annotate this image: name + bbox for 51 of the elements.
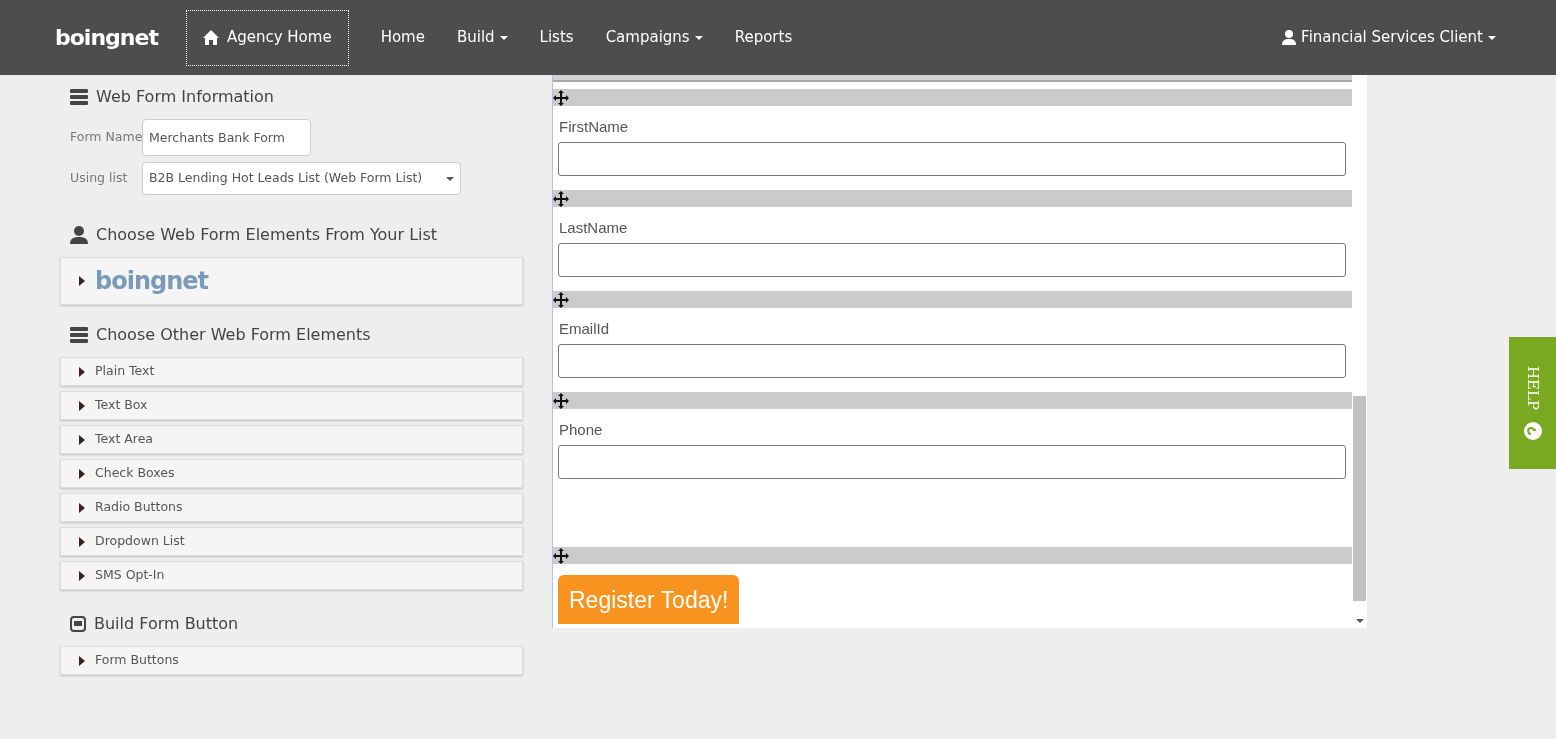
brand-logo: boingnet (95, 266, 208, 297)
server-icon (70, 89, 88, 105)
field-label: Using list (69, 169, 129, 188)
field-label: Form Name (69, 128, 142, 147)
section-title: Choose Other Web Form Elements (96, 324, 371, 346)
user-icon (1282, 30, 1297, 45)
text-field[interactable] (558, 344, 1346, 378)
move-icon (553, 291, 569, 308)
move-icon (553, 547, 569, 564)
drag-handle-bar[interactable] (553, 89, 1352, 106)
move-icon (553, 392, 569, 409)
drag-handle-bar[interactable] (553, 547, 1352, 564)
field-label: Phone (559, 421, 604, 438)
nav-link[interactable]: Reports (734, 26, 793, 49)
agency-home-link[interactable]: Agency Home (185, 9, 349, 66)
element-item[interactable]: Form Buttons (60, 646, 523, 675)
section-title: Web Form Information (96, 86, 274, 108)
field-label: EmailId (559, 320, 611, 337)
element-item[interactable]: SMS Opt-In (60, 561, 523, 590)
nav-link[interactable]: Campaigns (605, 26, 703, 49)
list-select[interactable]: B2B Lending Hot Leads List (Web Form List) (142, 162, 461, 195)
text-field[interactable] (558, 142, 1346, 176)
button-icon (70, 616, 86, 632)
drag-handle-bar[interactable] (553, 392, 1352, 409)
move-icon (553, 89, 569, 106)
element-item[interactable]: Radio Buttons (60, 493, 523, 522)
nav-link[interactable]: Lists (539, 26, 574, 49)
field-label: FirstName (559, 118, 630, 135)
form-name-field[interactable]: Merchants Bank Form (142, 119, 311, 156)
server-icon (70, 327, 88, 343)
element-item[interactable]: Dropdown List (60, 527, 523, 556)
user-icon (70, 226, 88, 244)
home-icon (202, 30, 219, 45)
logo[interactable]: boingnet (55, 21, 158, 54)
nav-link[interactable]: Home (380, 26, 425, 49)
drag-handle-bar[interactable] (553, 291, 1352, 308)
scrollbar[interactable] (1352, 75, 1367, 628)
text-field[interactable] (558, 243, 1346, 277)
text-field[interactable] (558, 445, 1346, 479)
move-icon (553, 190, 569, 207)
drag-handle-bar[interactable] (553, 190, 1352, 207)
nav-link[interactable]: Build (456, 26, 508, 49)
element-item[interactable]: Text Box (60, 391, 523, 420)
section-title: Choose Web Form Elements From Your List (96, 224, 438, 246)
element-item[interactable]: Plain Text (60, 357, 523, 386)
field-label: LastName (559, 219, 629, 236)
user-menu[interactable]: Financial Services Client (1282, 26, 1496, 49)
element-item[interactable]: Text Area (60, 425, 523, 454)
element-item[interactable]: Check Boxes (60, 459, 523, 488)
help-label: HELP (1522, 365, 1543, 411)
section-title: Build Form Button (94, 613, 239, 635)
